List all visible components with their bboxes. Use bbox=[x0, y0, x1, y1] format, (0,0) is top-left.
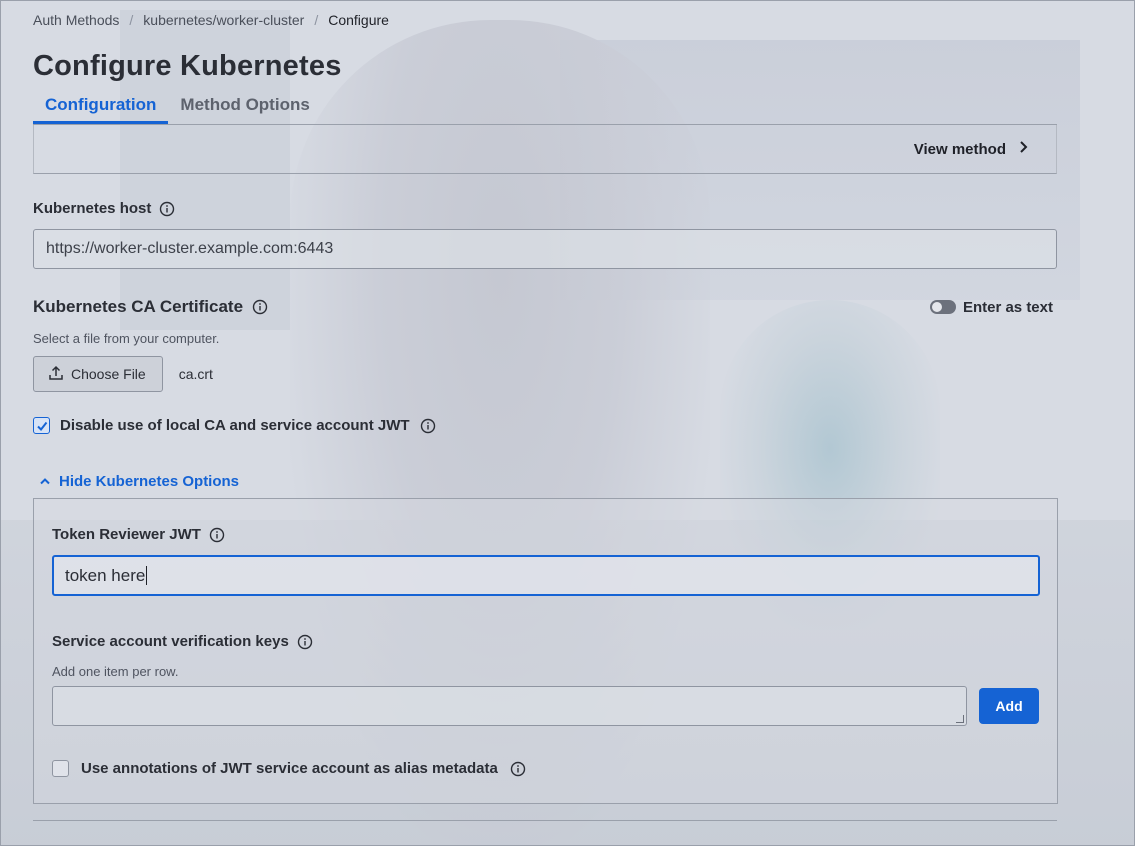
info-icon[interactable] bbox=[297, 634, 313, 650]
chevron-up-icon bbox=[39, 473, 51, 490]
toggle-switch[interactable] bbox=[929, 300, 956, 314]
info-icon[interactable] bbox=[252, 299, 268, 315]
breadcrumb-method-path[interactable]: kubernetes/worker-cluster bbox=[143, 12, 304, 28]
tab-bar: Configuration Method Options bbox=[33, 88, 1057, 125]
disable-local-ca-checkbox[interactable] bbox=[33, 417, 50, 434]
info-icon[interactable] bbox=[420, 418, 436, 434]
kubernetes-host-label: Kubernetes host bbox=[33, 200, 152, 217]
selected-file-name: ca.crt bbox=[178, 366, 213, 382]
choose-file-label: Choose File bbox=[71, 366, 146, 382]
annotations-checkbox[interactable] bbox=[52, 760, 69, 777]
breadcrumb-current: Configure bbox=[328, 11, 389, 28]
choose-file-button[interactable]: Choose File bbox=[33, 356, 163, 392]
breadcrumb-separator: / bbox=[129, 11, 134, 28]
info-icon[interactable] bbox=[209, 527, 225, 543]
ca-certificate-title-row: Kubernetes CA Certificate bbox=[33, 297, 268, 317]
verification-keys-textarea[interactable] bbox=[52, 686, 968, 726]
verification-keys-row: Add bbox=[52, 686, 1039, 726]
breadcrumb-auth-methods[interactable]: Auth Methods bbox=[33, 12, 119, 28]
annotations-label: Use annotations of JWT service account a… bbox=[81, 760, 498, 777]
file-helper-text: Select a file from your computer. bbox=[33, 331, 220, 346]
file-picker-row: Choose File ca.crt bbox=[33, 356, 1102, 392]
page-content: Auth Methods / kubernetes/worker-cluster… bbox=[0, 0, 1135, 821]
text-cursor bbox=[146, 566, 148, 585]
kubernetes-options-panel: Token Reviewer JWT token here Service ac… bbox=[33, 498, 1058, 804]
tab-configuration[interactable]: Configuration bbox=[33, 88, 169, 124]
disable-local-ca-row: Disable use of local CA and service acco… bbox=[33, 417, 1102, 434]
disable-local-ca-label: Disable use of local CA and service acco… bbox=[60, 417, 410, 434]
annotations-row: Use annotations of JWT service account a… bbox=[52, 760, 1039, 777]
token-reviewer-jwt-value: token here bbox=[65, 565, 146, 585]
verification-keys-helper: Add one item per row. bbox=[52, 664, 179, 679]
view-method-link[interactable]: View method bbox=[914, 140, 1028, 158]
kubernetes-host-label-row: Kubernetes host bbox=[33, 200, 1102, 217]
verification-keys-label: Service account verification keys bbox=[52, 633, 289, 650]
breadcrumb-separator: / bbox=[314, 11, 319, 28]
info-icon[interactable] bbox=[510, 761, 526, 777]
token-reviewer-label-row: Token Reviewer JWT bbox=[52, 526, 1039, 543]
tab-method-options[interactable]: Method Options bbox=[168, 88, 321, 124]
verification-keys-label-row: Service account verification keys bbox=[52, 633, 1039, 650]
info-icon[interactable] bbox=[159, 201, 175, 217]
chevron-right-icon bbox=[1018, 140, 1028, 158]
ca-certificate-title: Kubernetes CA Certificate bbox=[33, 297, 244, 316]
page-title: Configure Kubernetes bbox=[33, 50, 342, 82]
token-reviewer-jwt-input[interactable]: token here bbox=[52, 555, 1040, 596]
hide-kubernetes-options-label: Hide Kubernetes Options bbox=[59, 473, 240, 490]
kubernetes-host-input[interactable]: https://worker-cluster.example.com:6443 bbox=[33, 229, 1057, 269]
upload-icon bbox=[48, 365, 64, 384]
breadcrumb: Auth Methods / kubernetes/worker-cluster… bbox=[33, 0, 1102, 28]
view-method-label: View method bbox=[913, 140, 1006, 158]
hide-kubernetes-options-button[interactable]: Hide Kubernetes Options bbox=[33, 473, 1102, 490]
section-divider bbox=[33, 820, 1057, 821]
enter-as-text-label: Enter as text bbox=[962, 298, 1053, 316]
toolbar: View method bbox=[33, 125, 1057, 174]
enter-as-text-toggle[interactable]: Enter as text bbox=[929, 298, 1053, 316]
token-reviewer-label: Token Reviewer JWT bbox=[52, 526, 201, 543]
add-key-button[interactable]: Add bbox=[979, 688, 1039, 724]
ca-certificate-header: Kubernetes CA Certificate Enter as text bbox=[33, 297, 1053, 317]
